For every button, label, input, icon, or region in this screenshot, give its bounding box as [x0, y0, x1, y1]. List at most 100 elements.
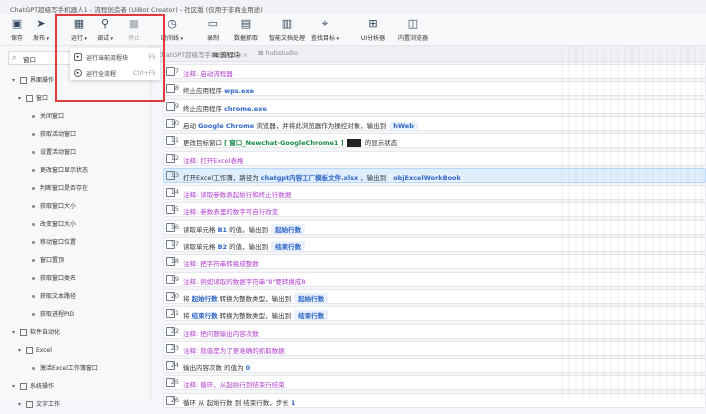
tree-item-label: 移动窗口位置: [40, 239, 77, 246]
line-number: 21: [170, 309, 179, 318]
line-number: 10: [170, 118, 179, 127]
tree-item[interactable]: ▾ 窗口: [0, 90, 151, 108]
command-text[interactable]: 终止应用程序 chrome.exe: [163, 98, 706, 114]
folder-icon: [26, 347, 33, 354]
save-icon: ▣: [11, 17, 23, 30]
command-text[interactable]: 输出内容次数 的值为 0: [163, 358, 706, 374]
parameter-value: chatgpt内容工厂模板文件.xlsx: [260, 173, 359, 182]
smart-doc-button[interactable]: ▥ 智能文档处理: [267, 17, 307, 42]
command-text[interactable]: 将 结束行数 转换为整数类型，输出到 结束行数: [163, 306, 706, 322]
folder-icon: [26, 95, 33, 102]
command-text[interactable]: 注释: 启动流程器: [163, 64, 706, 79]
command-label: 将: [183, 294, 190, 303]
tab-bar: ChatGPT超级写手机器人1 × ⊠ 流程块 × ⊠ hubstudio: [151, 46, 706, 62]
code-line[interactable]: 注释: 启动流程器 7: [151, 63, 706, 80]
tree-item[interactable]: 判断窗口是否存在: [0, 180, 151, 198]
record-button[interactable]: ▭ 录制: [196, 17, 230, 42]
command-text[interactable]: 更改目标窗口 [ 窗口_Newchat-GoogleChrome1 ] 的显示状…: [163, 133, 706, 149]
tree-item[interactable]: 激活Excel工作簿窗口: [0, 360, 151, 378]
chevron-down-icon[interactable]: ▾: [18, 342, 21, 360]
record-icon: ▭: [207, 17, 219, 30]
tree-item[interactable]: ▾ 文字工作: [0, 396, 151, 414]
folder-icon: [20, 383, 27, 390]
command-text[interactable]: 注释: 例如读取的数据字符串"8"要转换成8: [163, 271, 706, 287]
code-line[interactable]: 读取单元格 B2 的值，输出到 结束行数 17: [151, 236, 706, 253]
tree-item[interactable]: ▾ 软件自动化: [0, 324, 151, 342]
code-line[interactable]: 注释: 把问题输出内容次数 22: [151, 323, 706, 340]
code-line[interactable]: 注释: 例如读取的数据字符串"8"要转换成8 19: [151, 271, 706, 288]
command-text[interactable]: 注释: 打开Excel表格: [163, 150, 706, 166]
parameter-value: B2: [217, 243, 228, 251]
code-line[interactable]: 注释: 参数表里的数字可自行改变 15: [151, 201, 706, 218]
command-text[interactable]: 打开Excel工作簿，路径为 chatgpt内容工厂模板文件.xlsx ，输出到…: [163, 167, 706, 183]
browser-button[interactable]: ◫ 内置浏览器: [394, 17, 432, 42]
code-line[interactable]: 打开Excel工作簿，路径为 chatgpt内容工厂模板文件.xlsx ，输出到…: [151, 167, 706, 184]
chevron-down-icon[interactable]: ▾: [12, 324, 15, 342]
code-line[interactable]: 更改目标窗口 [ 窗口_Newchat-GoogleChrome1 ] 的显示状…: [151, 132, 706, 149]
line-number: 17: [170, 240, 179, 248]
command-text[interactable]: 注释: 就值是为了更准确的抓取数据: [163, 340, 706, 356]
chevron-down-icon[interactable]: ▾: [12, 378, 15, 396]
menu-item-run-current[interactable]: ▸ 运行当前流程块 F5: [70, 50, 160, 64]
command-label: 注释: 读取参数表起始行和终止行数据: [183, 191, 292, 200]
code-line[interactable]: 读取单元格 B1 的值，输出到 起始行数 16: [151, 219, 706, 236]
code-line[interactable]: 将 结束行数 转换为整数类型，输出到 结束行数 21: [151, 305, 706, 322]
code-line[interactable]: 启动 Google Chrome 浏览器，并将此浏览器作为操控对象，输出到 hWe…: [151, 115, 706, 132]
tab-hubstudio[interactable]: ⊠ hubstudio: [258, 49, 298, 57]
tree-item-label: 获取进程PID: [40, 311, 75, 318]
code-line[interactable]: 注释: 循环，从起始行到结束行结束 25: [151, 374, 706, 391]
tree-item[interactable]: 获取窗口大小: [0, 198, 151, 216]
chevron-down-icon[interactable]: ▾: [18, 396, 21, 414]
search-icon: ⌕: [12, 53, 17, 62]
run-icon: ▦: [73, 17, 85, 30]
data-scrape-button[interactable]: ▤ 数据抓取: [229, 17, 263, 42]
code-line[interactable]: 将 起始行数 转换为整数类型，输出到 起始行数 20: [151, 288, 706, 305]
command-text[interactable]: 注释: 把问题输出内容次数: [163, 323, 706, 339]
command-label: 转换为整数类型，输出到: [219, 294, 292, 303]
menu-item-run-all[interactable]: ▸ 运行全流程 Ctrl+F5: [70, 66, 160, 80]
publish-button[interactable]: ➤ 发布 ▾: [24, 17, 58, 42]
ui-analyzer-button[interactable]: ⊞ UI分析器: [356, 17, 390, 42]
command-text[interactable]: 循环 从 起始行数 到 结束行数，步长 1: [163, 392, 706, 408]
tree-item[interactable]: 改变窗口大小: [0, 216, 151, 234]
chevron-down-icon[interactable]: ▾: [12, 72, 15, 90]
tree-item[interactable]: 更改窗口显示状态: [0, 162, 151, 180]
command-text[interactable]: 读取单元格 B2 的值，输出到 结束行数: [163, 237, 706, 252]
code-line[interactable]: 注释: 把字符串转换成整数 18: [151, 253, 706, 270]
code-line[interactable]: 终止应用程序 wps.exe 8: [151, 80, 706, 97]
command-text[interactable]: 注释: 参数表里的数字可自行改变: [163, 202, 706, 218]
command-text[interactable]: 将 起始行数 转换为整数类型，输出到 起始行数: [163, 288, 706, 304]
line-number: 16: [170, 222, 179, 231]
code-line[interactable]: 注释: 打开Excel表格 12: [151, 150, 706, 167]
command-text[interactable]: 启动 Google Chrome 浏览器，并将此浏览器作为操控对象，输出到 hWe…: [163, 115, 706, 131]
command-text[interactable]: 注释: 循环，从起始行到结束行结束: [163, 375, 706, 391]
command-text[interactable]: 注释: 读取参数表起始行和终止行数据: [163, 185, 706, 201]
code-line[interactable]: 终止应用程序 chrome.exe 9: [151, 98, 706, 115]
tree-item[interactable]: ▾ Excel: [0, 342, 151, 360]
code-line[interactable]: 注释: 就值是为了更准确的抓取数据 23: [151, 340, 706, 357]
code-line[interactable]: 注释: 读取参数表起始行和终止行数据 14: [151, 184, 706, 201]
tree-item[interactable]: 移动窗口位置: [0, 234, 151, 252]
tree-item[interactable]: 设置活动窗口: [0, 144, 151, 162]
code-line[interactable]: 输出内容次数 的值为 0 24: [151, 357, 706, 374]
find-target-button[interactable]: ⌖ 查找目标 ▾: [308, 17, 342, 42]
tree-item[interactable]: 获取活动窗口: [0, 126, 151, 144]
tab-flow-block[interactable]: ⊠ 流程块 ×: [213, 49, 248, 59]
parameter-value: wps.exe: [224, 87, 255, 96]
code-line[interactable]: 循环 从 起始行数 到 结束行数，步长 1 26: [151, 392, 706, 409]
command-text[interactable]: 注释: 把字符串转换成整数: [163, 254, 706, 270]
stop-button[interactable]: ■ 停止: [117, 17, 151, 42]
tree-item[interactable]: 获取进程PID: [0, 306, 151, 324]
tree-item[interactable]: 关闭窗口: [0, 108, 151, 126]
line-number: 9: [174, 101, 179, 110]
close-icon[interactable]: ×: [243, 52, 248, 59]
tree-item[interactable]: 窗口置顶: [0, 252, 151, 270]
command-text[interactable]: 终止应用程序 wps.exe: [163, 81, 706, 97]
tree-item-label: 界面操作: [30, 77, 55, 84]
tree-item[interactable]: 获取文本路径: [0, 288, 151, 306]
tree-item[interactable]: ▾ 系统操作: [0, 378, 151, 396]
command-text[interactable]: 读取单元格 B1 的值，输出到 起始行数: [163, 219, 706, 235]
timeline-button[interactable]: ◷ 时间线 ▾: [155, 17, 189, 42]
chevron-down-icon[interactable]: ▾: [18, 90, 21, 108]
tree-item[interactable]: 获取窗口类名: [0, 270, 151, 288]
